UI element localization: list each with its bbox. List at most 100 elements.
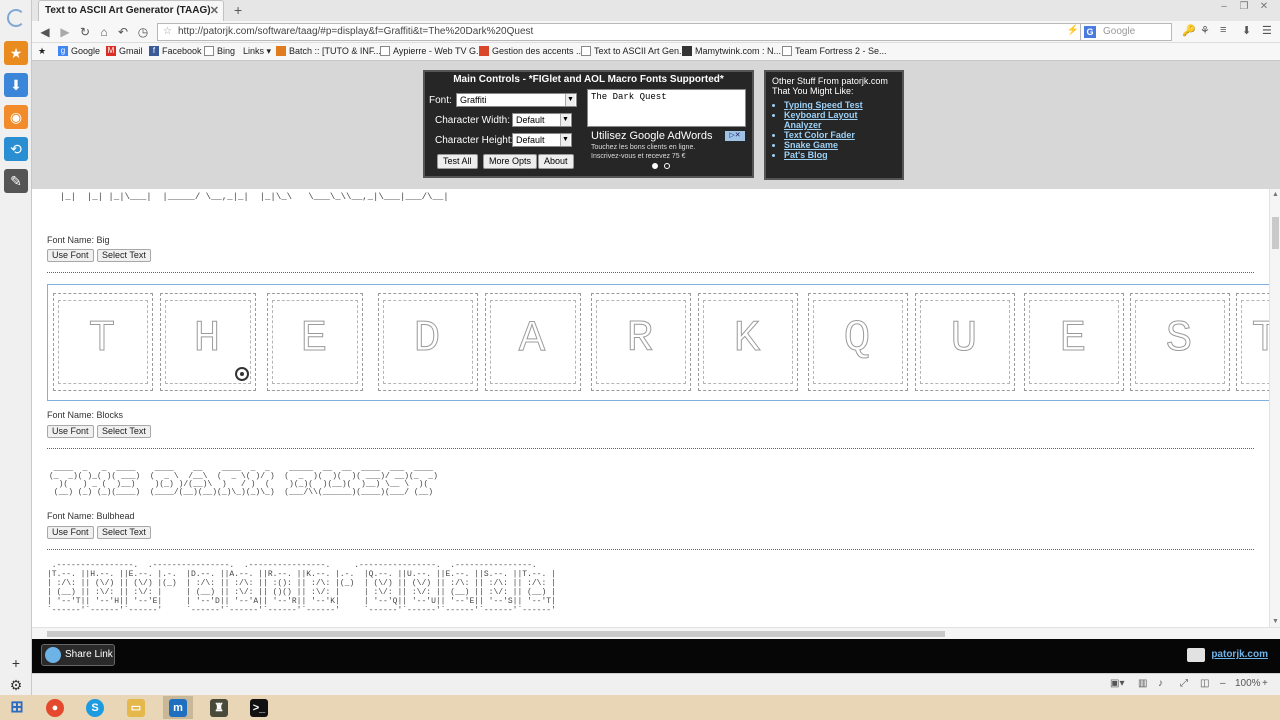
horizontal-scrollbar[interactable] [32,627,1280,639]
address-bar[interactable]: ☆ http://patorjk.com/software/taag/#p=di… [157,23,1102,41]
bookmark-item[interactable]: Text to ASCII Art Gen... [581,46,687,56]
page-actions-icon[interactable]: ▣▾ [1110,678,1124,689]
bookmarks-star-icon[interactable]: ★ [38,46,46,57]
link-typing-speed-test[interactable]: Typing Speed Test [784,100,896,110]
use-font-button[interactable]: Use Font [47,249,94,262]
char-height-label: Character Height: [435,135,514,146]
ad-title[interactable]: Utilisez Google AdWords [591,130,712,142]
game-icon[interactable]: ♜ [204,696,234,719]
key-icon[interactable]: 🔑 [1182,24,1196,37]
notes-panel-icon[interactable]: ✎ [4,169,28,193]
scroll-thumb[interactable] [47,631,945,637]
new-tab-button[interactable]: + [234,2,242,18]
carousel-dot[interactable] [664,163,670,169]
blocks-font-art[interactable]: T H E D A R K Q U E S T [47,284,1277,401]
url-text: http://patorjk.com/software/taag/#p=disp… [178,26,534,37]
bookmark-item[interactable]: Batch :: [TUTO & INF... [276,46,381,56]
reload-icon[interactable]: ↻ [76,23,94,41]
font-name-big: Font Name: Big [47,235,110,245]
download-icon[interactable]: ⬇ [1242,24,1251,37]
patorjk-logo [1187,648,1205,662]
add-panel-icon[interactable]: + [4,651,28,675]
tab-title: Text to ASCII Art Generator (TAAG) [45,5,211,16]
share-icon [45,647,61,663]
home-icon[interactable]: ⌂ [95,23,113,41]
panel-settings-icon[interactable]: ⚙ [4,673,28,697]
close-tab-icon[interactable]: ✕ [210,4,219,17]
history-panel-icon[interactable]: ⟲ [4,137,28,161]
command-prompt-icon[interactable]: >_ [244,696,274,719]
char-width-value: Default [516,115,545,125]
other-stuff-list: Typing Speed Test Keyboard Layout Analyz… [772,100,896,160]
downloads-panel-icon[interactable]: ⬇ [4,73,28,97]
share-link-button[interactable]: Share Link [41,644,115,666]
carousel-dot-active[interactable] [652,163,658,169]
tiling-icon[interactable]: ◫ [1200,678,1209,689]
bookmark-item[interactable]: Gestion des accents ... [479,46,584,56]
char-height-select[interactable]: Default ▼ [512,133,572,147]
vertical-scrollbar[interactable]: ▲ ▼ [1269,189,1280,627]
back-icon[interactable]: ◀ [36,23,54,41]
select-text-button[interactable]: Select Text [97,526,151,539]
search-input[interactable]: G Google [1080,23,1172,41]
bookmark-item[interactable]: g Google [58,46,100,56]
link-keyboard-layout-analyzer[interactable]: Keyboard Layout Analyzer [784,110,896,130]
bookmark-item[interactable]: M Gmail [106,46,143,56]
link-snake-game[interactable]: Snake Game [784,140,896,150]
share-label: Share Link [65,649,113,660]
page-icon [581,46,591,56]
scroll-up-icon[interactable]: ▲ [1270,191,1280,198]
font-select[interactable]: Graffiti ▼ [456,93,577,107]
block-letter-1: T [53,293,153,391]
start-button[interactable]: ⊞ [2,696,32,719]
text-input[interactable]: The Dark Quest [587,89,746,127]
maximize-icon[interactable]: ❐ [1236,1,1252,15]
block-letter-glyph: E [1059,314,1089,365]
skype-icon[interactable]: S [80,696,110,719]
char-width-select[interactable]: Default ▼ [512,113,572,127]
bookmark-star-icon[interactable]: ☆ [163,26,172,37]
volume-icon[interactable]: ♪ [1158,678,1163,689]
zoom-in-icon[interactable]: + [1262,678,1268,689]
scroll-thumb[interactable] [1272,217,1279,249]
menu-icon[interactable]: ≡ [1220,24,1226,36]
bookmarks-panel-icon[interactable]: ★ [4,41,28,65]
bird-icon[interactable]: ⚘ [1200,24,1210,37]
select-text-button[interactable]: Select Text [97,425,151,438]
minimize-icon[interactable]: – [1216,1,1232,15]
chrome-icon[interactable]: ● [40,696,70,719]
select-text-button[interactable]: Select Text [97,249,151,262]
about-button[interactable]: About [538,154,574,169]
feeds-panel-icon[interactable]: ◉ [4,105,28,129]
forward-icon[interactable]: ▶ [56,23,74,41]
fullscreen-icon[interactable]: ⤢ [1180,678,1188,689]
hamburger-icon[interactable]: ☰ [1262,24,1272,37]
bookmark-item[interactable]: f Facebook [149,46,202,56]
use-font-button[interactable]: Use Font [47,425,94,438]
link-text-color-fader[interactable]: Text Color Fader [784,130,896,140]
block-letter-glyph: A [518,314,548,365]
bookmark-item[interactable]: Mamytwink.com : N... [682,46,781,56]
zoom-level[interactable]: 100% [1235,678,1261,689]
ad-choices-icon[interactable]: ▷✕ [725,131,745,141]
patorjk-link[interactable]: patorjk.com [1211,649,1268,660]
bookmark-item[interactable]: Team Fortress 2 - Se... [782,46,887,56]
close-window-icon[interactable]: ✕ [1256,1,1272,15]
maxthon-icon[interactable]: m [163,696,193,719]
bookmark-item[interactable]: Aypierre - Web TV G... [380,46,484,56]
images-icon[interactable]: ▥ [1138,678,1147,689]
use-font-button[interactable]: Use Font [47,526,94,539]
test-all-button[interactable]: Test All [437,154,478,169]
link-pats-blog[interactable]: Pat's Blog [784,150,896,160]
file-explorer-icon[interactable]: ▭ [121,696,151,719]
main-controls-panel: Main Controls - *FIGlet and AOL Macro Fo… [423,70,754,178]
zoom-out-icon[interactable]: – [1220,678,1226,689]
bookmark-item[interactable]: Bing [204,46,235,56]
bookmark-folder[interactable]: Links ▾ [243,46,271,57]
gmail-icon: M [106,46,116,56]
rewind-icon[interactable]: ↶ [114,23,132,41]
more-opts-button[interactable]: More Opts [483,154,538,169]
tab-taag[interactable]: Text to ASCII Art Generator (TAAG) ✕ [38,0,224,21]
fast-forward-icon[interactable]: ◷ [134,23,152,41]
scroll-down-icon[interactable]: ▼ [1270,618,1280,625]
